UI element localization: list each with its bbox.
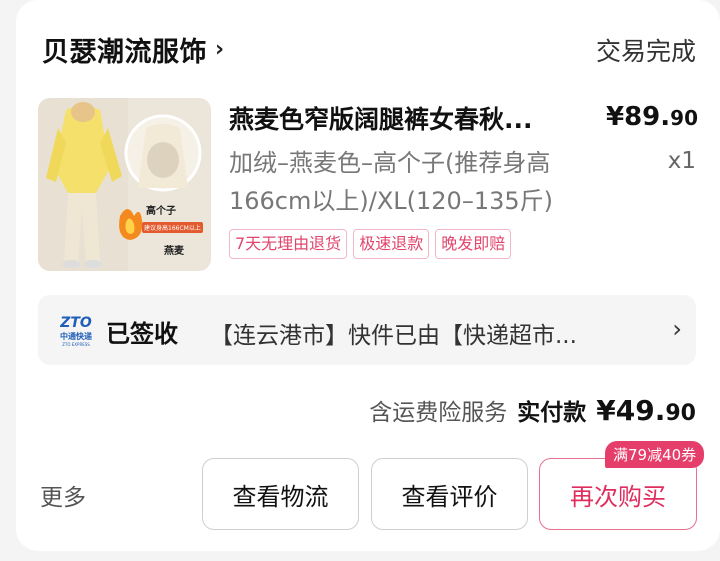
zto-logo-text: ZTO [59,315,92,331]
order-status: 交易完成 [595,37,696,66]
order-card: 贝瑟潮流服饰 › 交易完成 高个子 建议身高166CM以上 燕麦 燕麦色窄版阔腿… [16,0,720,551]
image-label-height: 建议身高166CM以上 [142,222,203,233]
image-label-color: 燕麦 [164,246,184,257]
product-title[interactable]: 燕麦色窄版阔腿裤女春秋... [229,100,589,136]
tag-late-compensation: 晚发即赔 [435,229,512,259]
view-logistics-button[interactable]: 查看物流 [202,458,359,530]
image-label-tall: 高个子 [146,206,176,217]
logistics-status: 已签收 [106,320,178,348]
logistics-row[interactable]: ZTO 中通快递 ZTO EXPRESS 已签收 【连云港市】快件已由【快递超市… [38,295,696,365]
product-quantity: x1 [667,148,696,174]
tag-fast-refund: 极速退款 [353,229,430,259]
promo-coupon-badge: 满79减40券 [605,441,705,468]
actual-integer: ¥49. [596,394,666,427]
product-spec: 加绒–燕麦色–高个子(推荐身高166cm以上)/XL(120–135斤) [229,149,553,215]
more-button[interactable]: 更多 [40,478,86,512]
price-decimal: 90 [670,106,698,130]
zto-logo-cn: 中通快递 [60,331,92,341]
actual-decimal: 90 [665,401,696,426]
rebuy-button[interactable]: 再次购买 [539,458,697,530]
zto-logo-icon: ZTO 中通快递 ZTO EXPRESS [54,312,98,348]
payment-row: 含运费险服务 实付款 ¥49.90 [369,393,696,427]
shipping-insurance-label: 含运费险服务 [369,400,508,426]
price-integer: ¥89. [606,102,671,132]
tag-return-7days: 7天无理由退货 [229,229,348,259]
chevron-right-icon: › [672,315,682,343]
service-tags: 7天无理由退货 极速退款 晚发即赔 [229,229,512,259]
shop-header[interactable]: 贝瑟潮流服饰 › [42,30,225,69]
shop-name[interactable]: 贝瑟潮流服饰 [42,30,207,69]
product-image[interactable]: 高个子 建议身高166CM以上 燕麦 [38,98,211,271]
logistics-detail: 【连云港市】快件已由【快递超市... [210,323,577,349]
zto-logo-en: ZTO EXPRESS [62,342,90,347]
product-price: ¥89.90 [606,102,698,132]
view-review-button[interactable]: 查看评价 [371,458,528,530]
chevron-right-icon: › [215,37,225,62]
actual-payment-label: 实付款 [517,400,587,426]
actual-payment-amount: ¥49.90 [596,394,696,427]
